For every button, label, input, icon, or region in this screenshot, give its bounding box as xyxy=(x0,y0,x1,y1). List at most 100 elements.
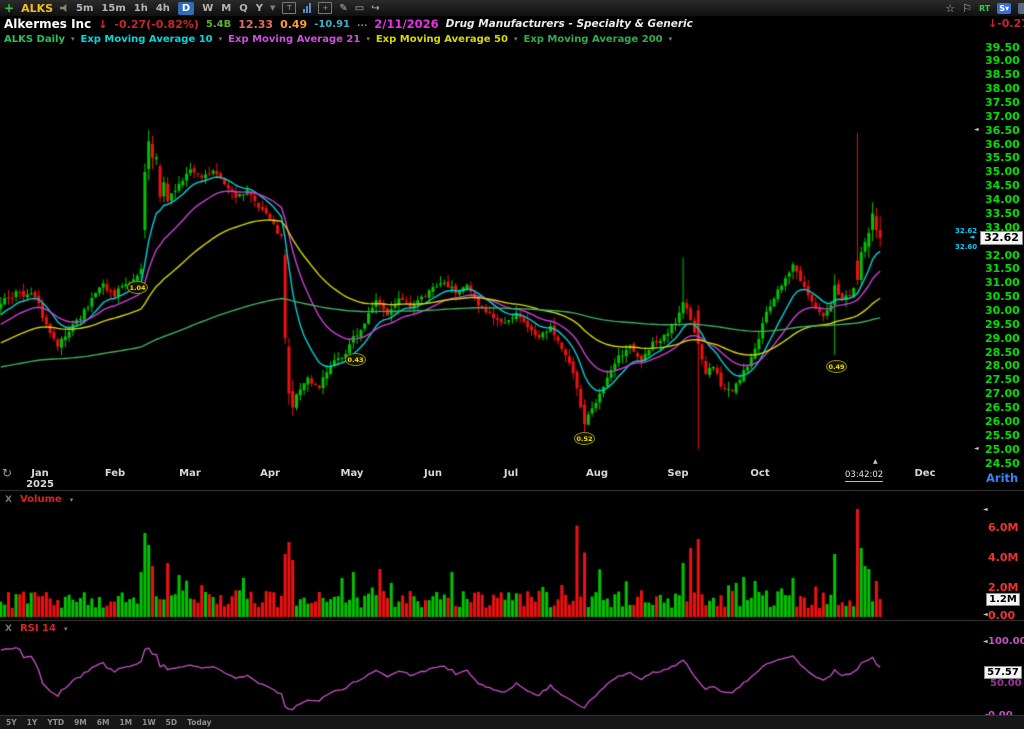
indicator-dropdown-icon[interactable]: ▾ xyxy=(514,35,518,43)
volume-tick: 0.00 xyxy=(988,609,1015,622)
earnings-marker[interactable]: 1.04 xyxy=(127,281,148,294)
indicator-bar: ALKS Daily ▾ Exp Moving Average 10 ▾ Exp Mov… xyxy=(4,33,672,45)
indicator-label-3[interactable]: Exp Moving Average 50 xyxy=(376,34,508,45)
timeframe-5m[interactable]: 5m xyxy=(76,3,93,14)
timeframe-q[interactable]: Q xyxy=(239,3,248,14)
month-label-may: May xyxy=(341,468,364,479)
price-tick: 35.50 xyxy=(985,151,1020,164)
symbol-label[interactable]: ALKS xyxy=(21,2,53,15)
range-button-today[interactable]: Today xyxy=(187,718,211,727)
axis-marker-icon: ◄ xyxy=(983,639,988,645)
range-button-1m[interactable]: 1M xyxy=(119,718,132,727)
chart-canvas[interactable] xyxy=(0,0,1024,729)
timeframe-w[interactable]: W xyxy=(202,3,213,14)
flag-icon[interactable]: ⚐ xyxy=(962,3,972,14)
range-button-9m[interactable]: 9M xyxy=(74,718,87,727)
earnings-date: 2/11/2026 xyxy=(374,17,438,31)
timeframe-4h[interactable]: 4h xyxy=(156,3,170,14)
month-label-jun: Jun xyxy=(424,468,442,479)
month-label-sep: Sep xyxy=(667,468,688,479)
timeframe-buttons: 5m 15m 1h 4h DWMQY xyxy=(76,2,263,15)
pencil-icon[interactable]: ✎ xyxy=(339,3,347,14)
indicator-label-1[interactable]: Exp Moving Average 10 xyxy=(80,34,212,45)
price-tick: 36.00 xyxy=(985,138,1020,151)
volume-title[interactable]: Volume xyxy=(20,494,62,505)
snapshot-chip[interactable]: S▾ xyxy=(997,3,1011,14)
axis-scale-label[interactable]: Arith xyxy=(986,471,1018,485)
indicator-label-4[interactable]: Exp Moving Average 200 xyxy=(524,34,663,45)
range-button-6m[interactable]: 6M xyxy=(97,718,110,727)
price-change: -0.27(-0.82%) xyxy=(114,18,199,31)
rsi-dropdown-icon[interactable]: ▾ xyxy=(64,625,68,633)
timeframe-dropdown-icon[interactable]: ▼ xyxy=(270,4,275,12)
indicator-dropdown-icon[interactable]: ▾ xyxy=(366,35,370,43)
price-tick: 39.00 xyxy=(985,54,1020,67)
timeframe-d[interactable]: D xyxy=(178,2,194,15)
range-button-ytd[interactable]: YTD xyxy=(47,718,64,727)
earnings-marker[interactable]: 0.52 xyxy=(574,432,595,445)
price-tick: 27.50 xyxy=(985,373,1020,386)
add-symbol-icon[interactable]: + xyxy=(4,2,14,14)
rsi-close-button[interactable]: X xyxy=(5,624,12,634)
last-price-arrow-icon: ◄ xyxy=(969,234,974,240)
price-tick: 24.50 xyxy=(985,457,1020,470)
month-label-apr: Apr xyxy=(260,468,280,479)
price-tick: 34.50 xyxy=(985,179,1020,192)
volume-tick: 4.0M xyxy=(988,551,1018,564)
month-label-aug: Aug xyxy=(586,468,608,479)
price-tick: 25.50 xyxy=(985,429,1020,442)
price-tick: 29.50 xyxy=(985,318,1020,331)
indicator-label-2[interactable]: Exp Moving Average 21 xyxy=(228,34,360,45)
timeframe-15m[interactable]: 15m xyxy=(101,3,125,14)
range-button-5d[interactable]: 5D xyxy=(166,718,177,727)
alert-speaker-icon[interactable] xyxy=(60,4,69,12)
price-tick: 37.50 xyxy=(985,96,1020,109)
last-price-badge: 32.62 xyxy=(980,231,1023,245)
price-tick: 35.00 xyxy=(985,165,1020,178)
volume-dropdown-icon[interactable]: ▾ xyxy=(70,496,74,504)
ellipsis[interactable]: ... xyxy=(357,19,367,29)
quote-bar: Alkermes Inc ↓ -0.27(-0.82%) 5.4B 12.33 … xyxy=(0,16,1024,32)
metric-value: -10.91 xyxy=(314,19,350,30)
share-icon[interactable]: ↪ xyxy=(371,3,379,14)
timeframe-y[interactable]: Y xyxy=(256,3,263,14)
add-study-icon[interactable]: + xyxy=(318,2,332,14)
price-tick: 33.50 xyxy=(985,207,1020,220)
clipped-edge-icon[interactable] xyxy=(1018,3,1024,14)
range-button-1w[interactable]: 1W xyxy=(142,718,156,727)
refresh-icon[interactable]: ↻ xyxy=(2,466,12,480)
indicator-dropdown-icon[interactable]: ▾ xyxy=(71,35,75,43)
industry-label: Drug Manufacturers - Specialty & Generic xyxy=(446,18,693,30)
price-tick: 26.50 xyxy=(985,401,1020,414)
month-label-jan: Jan xyxy=(31,468,49,479)
timeframe-m[interactable]: M xyxy=(221,3,231,14)
axis-marker-icon: ◄ xyxy=(974,127,979,133)
timeframe-1h[interactable]: 1h xyxy=(134,3,148,14)
star-icon[interactable]: ☆ xyxy=(945,3,955,14)
year-label: 2025 xyxy=(26,479,54,490)
price-tick: 25.00 xyxy=(985,443,1020,456)
indicator-dropdown-icon[interactable]: ▾ xyxy=(219,35,223,43)
price-tick: 30.00 xyxy=(985,304,1020,317)
earnings-marker[interactable]: 0.43 xyxy=(345,353,366,366)
price-tick: 28.50 xyxy=(985,346,1020,359)
price-tick: 26.00 xyxy=(985,415,1020,428)
range-button-5y[interactable]: 5Y xyxy=(6,718,17,727)
stamp-icon[interactable]: ▭ xyxy=(355,3,364,14)
indicator-dropdown-icon[interactable]: ▾ xyxy=(669,35,673,43)
rsi-mid-label: 50.00 xyxy=(990,678,1022,689)
volume-close-button[interactable]: X xyxy=(5,495,12,505)
bar-countdown-timer: 03:42:02 xyxy=(845,470,883,482)
price-tick: 30.50 xyxy=(985,290,1020,303)
volume-tick: 6.0M xyxy=(988,521,1018,534)
range-button-1y[interactable]: 1Y xyxy=(27,718,38,727)
indicator-label-0[interactable]: ALKS Daily xyxy=(4,34,65,45)
earnings-marker[interactable]: 0.49 xyxy=(826,360,847,373)
chart-style-icon[interactable]: T xyxy=(282,2,296,14)
month-label-jul: Jul xyxy=(504,468,518,479)
rsi-title[interactable]: RSI 14 xyxy=(20,623,56,634)
bar-chart-icon[interactable] xyxy=(303,3,311,13)
price-tick: 39.50 xyxy=(985,41,1020,54)
price-tick: 31.00 xyxy=(985,276,1020,289)
current-bar-marker-icon: ▲ xyxy=(873,459,878,465)
